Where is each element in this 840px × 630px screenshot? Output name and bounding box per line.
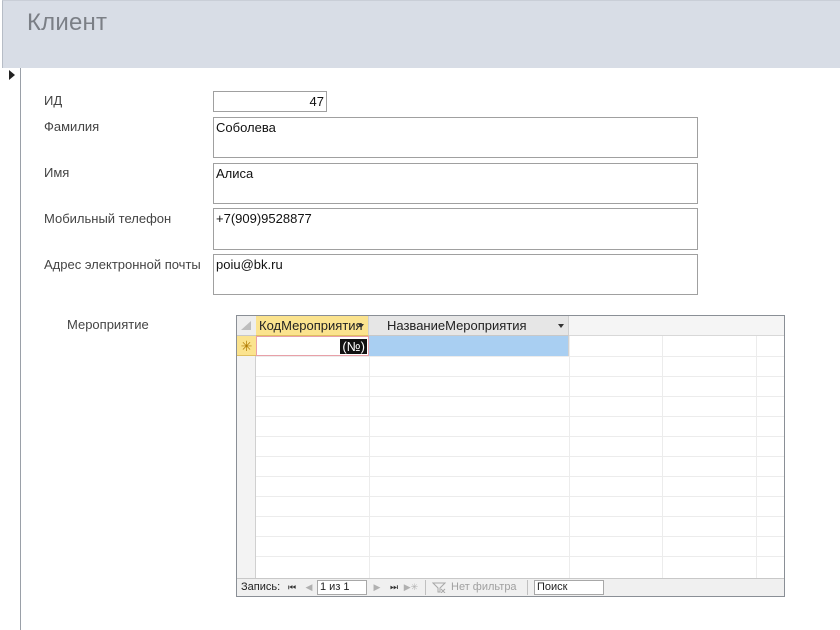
- filter-status[interactable]: Нет фильтра: [451, 579, 517, 596]
- funnel-icon: [432, 582, 446, 593]
- next-record-icon[interactable]: ▶: [372, 582, 382, 593]
- form-title: Клиент: [27, 9, 108, 36]
- current-record-arrow-icon: [9, 70, 15, 80]
- column-header-label: НазваниеМероприятия: [387, 318, 527, 333]
- chevron-down-icon[interactable]: [358, 324, 364, 328]
- name-field[interactable]: Алиса: [213, 163, 698, 204]
- subform-label: Мероприятие: [67, 317, 149, 332]
- column-header-event-name[interactable]: НазваниеМероприятия: [369, 316, 569, 336]
- new-row-event-code-cell[interactable]: (№): [256, 336, 369, 356]
- record-label: Запись:: [241, 581, 281, 593]
- autonumber-placeholder: (№): [340, 339, 367, 354]
- column-header-event-code[interactable]: КодМероприятия: [256, 316, 369, 336]
- select-all-corner[interactable]: [237, 316, 256, 336]
- id-field[interactable]: 47: [213, 91, 327, 112]
- last-record-icon[interactable]: ⏭: [389, 582, 399, 593]
- new-record-icon[interactable]: ✳: [237, 336, 256, 356]
- id-label: ИД: [44, 93, 63, 108]
- email-label: Адрес электронной почты: [44, 257, 201, 272]
- add-column-area: [569, 316, 784, 336]
- phone-label: Мобильный телефон: [44, 211, 172, 226]
- name-label: Имя: [44, 165, 70, 180]
- form-header: Клиент: [2, 0, 840, 68]
- current-record-input[interactable]: 1 из 1: [317, 580, 367, 595]
- datasheet-grid: [237, 316, 784, 596]
- new-row-event-name-cell[interactable]: [369, 336, 569, 356]
- events-subform[interactable]: ✳ КодМероприятия НазваниеМероприятия (№)…: [236, 315, 785, 597]
- previous-record-icon[interactable]: ◀: [304, 582, 314, 593]
- new-record-nav-icon[interactable]: ▶✳: [403, 582, 419, 593]
- email-field[interactable]: poiu@bk.ru: [213, 254, 698, 295]
- surname-field[interactable]: Соболева: [213, 117, 698, 158]
- column-header-label: КодМероприятия: [259, 318, 363, 333]
- record-selector[interactable]: [0, 68, 21, 630]
- search-input[interactable]: Поиск: [534, 580, 604, 595]
- first-record-icon[interactable]: ⏮: [287, 582, 297, 593]
- phone-field[interactable]: +7(909)9528877: [213, 208, 698, 250]
- chevron-down-icon[interactable]: [558, 324, 564, 328]
- record-navigation-bar: Запись: ⏮ ◀ 1 из 1 ▶ ⏭ ▶✳ Нет фильтра По…: [237, 578, 784, 596]
- surname-label: Фамилия: [44, 119, 100, 134]
